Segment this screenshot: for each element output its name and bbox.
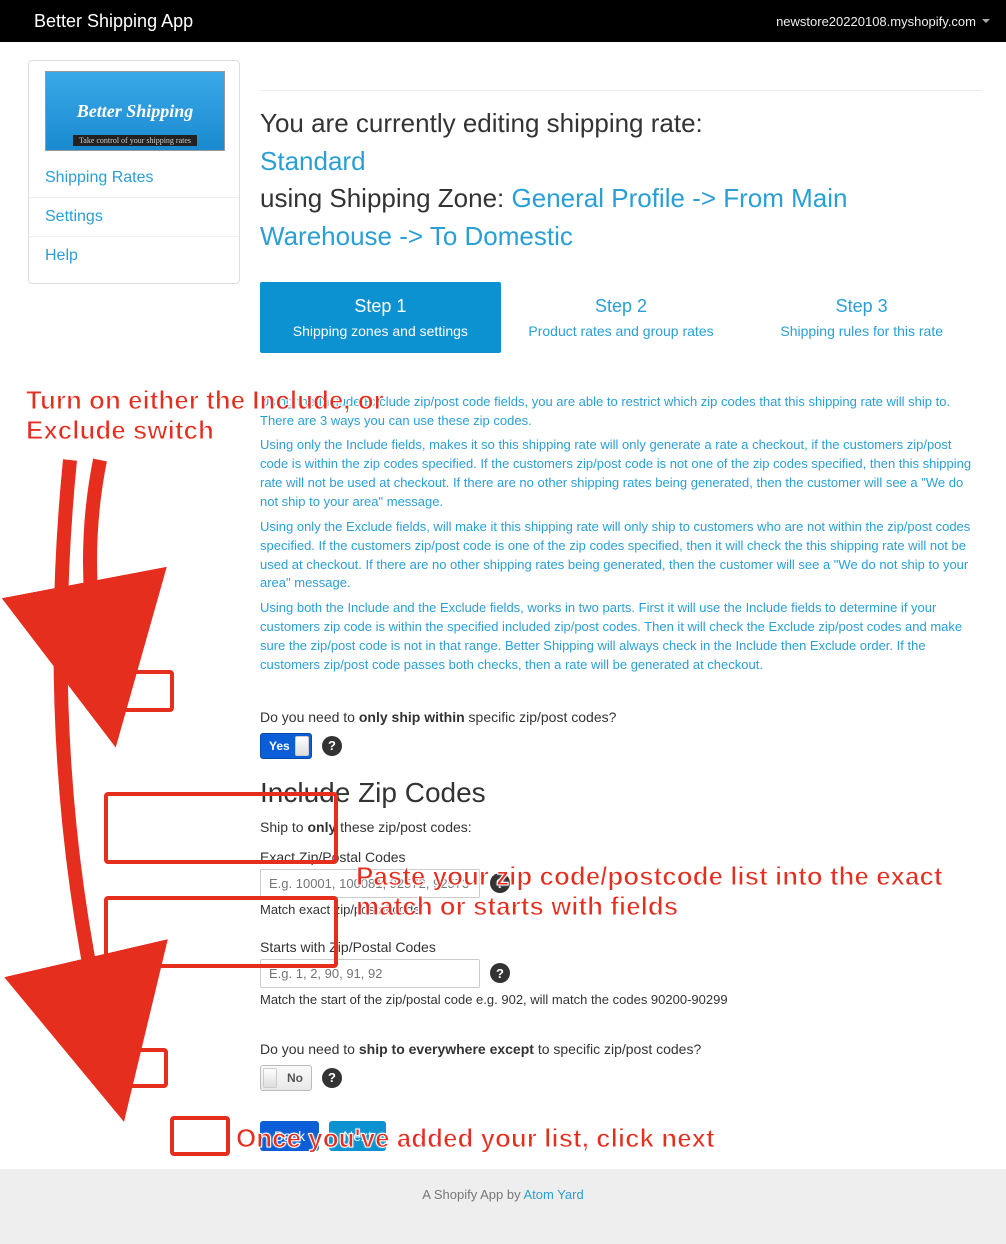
include-subtext: Ship to only these zip/post codes: [260,819,982,835]
step-tabs: Step 1 Shipping zones and settings Step … [260,282,982,353]
page-heading: You are currently editing shipping rate:… [260,90,982,256]
include-section-title: Include Zip Codes [260,777,982,809]
main-content: You are currently editing shipping rate:… [260,60,998,1151]
sidebar: Better Shipping Take control of your shi… [28,60,240,284]
exclude-toggle-label: No [287,1071,303,1085]
help-icon[interactable]: ? [490,963,510,983]
tab-step-2[interactable]: Step 2 Product rates and group rates [501,282,742,353]
sidebar-item-help[interactable]: Help [45,247,78,264]
sidebar-item-settings[interactable]: Settings [45,208,103,225]
zone-prefix: using Shipping Zone: [260,183,512,213]
starts-hint: Match the start of the zip/postal code e… [260,992,982,1007]
toggle-knob [295,736,309,756]
sidebar-nav: Shipping Rates Settings Help [29,151,239,283]
include-question: Do you need to only ship within specific… [260,709,982,725]
exact-label: Exact Zip/Postal Codes [260,849,982,865]
help-icon[interactable]: ? [322,1068,342,1088]
tab-step-3[interactable]: Step 3 Shipping rules for this rate [741,282,982,353]
heading-prefix: You are currently editing shipping rate: [260,108,703,138]
help-icon[interactable]: ? [490,873,510,893]
store-name: newstore20220108.myshopify.com [776,14,976,29]
store-dropdown[interactable]: newstore20220108.myshopify.com [776,14,990,29]
footer: A Shopify App by Atom Yard [0,1169,1006,1220]
starts-label: Starts with Zip/Postal Codes [260,939,982,955]
explainer-text: Using the Include/Exclude zip/post code … [260,353,982,675]
exclude-toggle[interactable]: No [260,1065,312,1091]
topbar: Better Shipping App newstore20220108.mys… [0,0,1006,42]
exact-zip-input[interactable] [260,869,480,898]
back-button[interactable]: Back [260,1121,319,1151]
tab-step-1[interactable]: Step 1 Shipping zones and settings [260,282,501,353]
exclude-question: Do you need to ship to everywhere except… [260,1041,982,1057]
footer-link[interactable]: Atom Yard [523,1187,583,1202]
logo: Better Shipping Take control of your shi… [45,71,223,151]
exact-hint: Match exact zip/postal code. [260,902,982,917]
app-title: Better Shipping App [34,11,193,32]
include-toggle-label: Yes [269,739,290,753]
next-button[interactable]: Next [329,1121,386,1151]
include-toggle[interactable]: Yes [260,733,312,759]
starts-with-zip-input[interactable] [260,959,480,988]
sidebar-item-shipping-rates[interactable]: Shipping Rates [45,169,154,186]
chevron-down-icon [982,19,990,23]
logo-image: Better Shipping Take control of your shi… [45,71,225,151]
rate-name-link[interactable]: Standard [260,146,366,176]
help-icon[interactable]: ? [322,736,342,756]
toggle-knob [263,1068,277,1088]
nav-button-row: Back Next [260,1121,982,1151]
